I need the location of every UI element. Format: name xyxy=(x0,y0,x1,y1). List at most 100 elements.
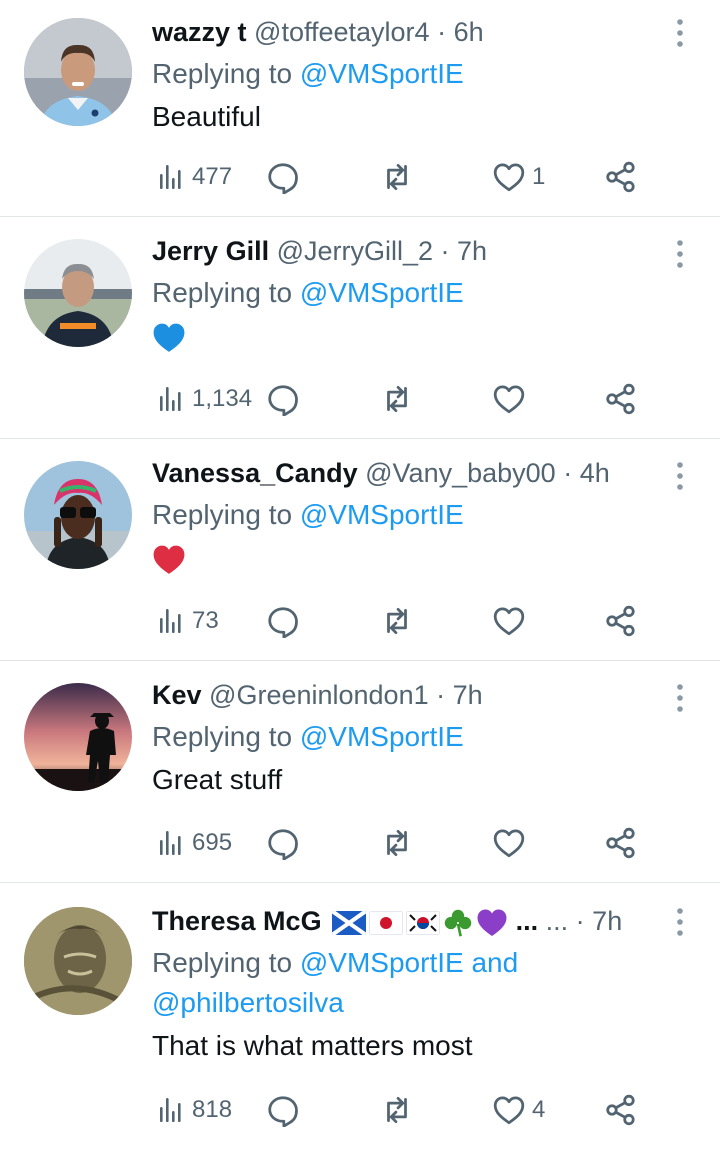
separator-dot: · xyxy=(429,17,454,47)
shamrock-icon xyxy=(444,909,472,937)
retweet-icon xyxy=(387,607,407,635)
more-options-icon[interactable] xyxy=(670,461,690,491)
like-button[interactable] xyxy=(492,823,532,863)
mention-link[interactable]: @VMSportIE xyxy=(300,721,464,752)
views-icon xyxy=(160,387,181,411)
reply-icon xyxy=(268,385,298,416)
timestamp[interactable]: 6h xyxy=(454,17,484,47)
views-icon xyxy=(160,165,181,189)
timestamp[interactable]: 7h xyxy=(453,680,483,710)
avatar[interactable] xyxy=(24,18,132,126)
tweet[interactable]: Vanessa_Candy @Vany_baby00 · 4h Replying… xyxy=(0,439,720,661)
retweet-button[interactable] xyxy=(380,823,414,863)
like-button[interactable]: 1 xyxy=(492,157,545,197)
share-icon xyxy=(606,827,635,859)
tweet[interactable]: Theresa McG ... ... · 7h Replying to @VM… xyxy=(0,883,720,1149)
avatar[interactable] xyxy=(24,907,132,1015)
views-count: 73 xyxy=(192,607,219,634)
reply-icon xyxy=(268,163,298,194)
mention-link[interactable]: @VMSportIE and xyxy=(300,947,518,978)
views-button[interactable]: 73 xyxy=(156,601,219,641)
more-options-icon[interactable] xyxy=(670,18,690,48)
separator-dot: · xyxy=(433,236,458,266)
share-button[interactable] xyxy=(604,1090,638,1130)
replying-to: Replying to @VMSportIE xyxy=(152,717,680,757)
reply-button[interactable] xyxy=(266,1090,300,1130)
author-handle[interactable]: @JerryGill_2 xyxy=(277,236,433,266)
share-icon xyxy=(606,383,635,415)
reply-button[interactable] xyxy=(266,601,300,641)
reply-icon xyxy=(268,607,298,638)
heart-icon xyxy=(493,163,525,192)
retweet-icon xyxy=(387,1096,407,1124)
avatar[interactable] xyxy=(24,239,132,347)
retweet-button[interactable] xyxy=(380,1090,414,1130)
retweet-button[interactable] xyxy=(380,157,414,197)
views-count: 818 xyxy=(192,1096,233,1123)
tweet-text xyxy=(152,316,680,356)
reply-button[interactable] xyxy=(266,379,300,419)
tweet[interactable]: Jerry Gill @JerryGill_2 · 7h Replying to… xyxy=(0,217,720,439)
share-icon xyxy=(606,1094,635,1126)
views-icon xyxy=(160,609,181,633)
share-button[interactable] xyxy=(604,379,638,419)
mention-link[interactable]: @VMSportIE xyxy=(300,499,464,530)
more-options-icon[interactable] xyxy=(670,907,690,937)
author-handle[interactable]: @Vany_baby00 xyxy=(365,458,556,488)
mention-link[interactable]: @VMSportIE xyxy=(300,58,464,89)
views-button[interactable]: 1,134 xyxy=(156,379,252,419)
replying-to-label: Replying to xyxy=(152,499,300,530)
share-icon xyxy=(606,605,635,637)
author-handle[interactable]: @toffeetaylor4 xyxy=(254,17,430,47)
views-button[interactable]: 695 xyxy=(156,823,232,863)
tweet[interactable]: wazzy t @toffeetaylor4 · 6h Replying to … xyxy=(0,0,720,217)
action-bar: 477 1 xyxy=(152,157,642,197)
reply-button[interactable] xyxy=(266,157,300,197)
timestamp[interactable]: 7h xyxy=(592,906,622,936)
like-button[interactable] xyxy=(492,379,532,419)
retweet-icon xyxy=(387,163,407,191)
tweet[interactable]: Kev @Greeninlondon1 · 7h Replying to @VM… xyxy=(0,661,720,883)
retweet-button[interactable] xyxy=(380,379,414,419)
views-button[interactable]: 477 xyxy=(156,157,232,197)
reply-button[interactable] xyxy=(266,823,300,863)
avatar[interactable] xyxy=(24,461,132,569)
views-icon xyxy=(160,831,181,855)
share-button[interactable] xyxy=(604,601,638,641)
author-name[interactable]: Kev xyxy=(152,680,202,710)
author-handle[interactable]: @Greeninlondon1 xyxy=(209,680,429,710)
share-button[interactable] xyxy=(604,823,638,863)
avatar[interactable] xyxy=(24,683,132,791)
separator-dot: · xyxy=(575,906,593,936)
purple-heart-icon xyxy=(477,909,507,936)
more-options-icon[interactable] xyxy=(670,239,690,269)
like-button[interactable]: 4 xyxy=(492,1090,545,1130)
author-name[interactable]: Theresa McG xyxy=(152,906,322,936)
share-button[interactable] xyxy=(604,157,638,197)
action-bar: 818 4 xyxy=(152,1090,642,1130)
timestamp[interactable]: 4h xyxy=(580,458,610,488)
reply-icon xyxy=(268,829,298,860)
timestamp[interactable]: 7h xyxy=(457,236,487,266)
author-name[interactable]: Jerry Gill xyxy=(152,236,269,266)
retweet-button[interactable] xyxy=(380,601,414,641)
heart-icon xyxy=(493,829,525,858)
author-name[interactable]: Vanessa_Candy xyxy=(152,458,358,488)
retweet-icon xyxy=(387,385,407,413)
mention-link[interactable]: @philbertosilva xyxy=(152,987,344,1018)
author-name[interactable]: wazzy t xyxy=(152,17,247,47)
retweet-icon xyxy=(387,829,407,857)
more-options-icon[interactable] xyxy=(670,683,690,713)
scotland-flag-icon xyxy=(332,910,367,935)
author-handle[interactable]: ... xyxy=(546,906,569,936)
like-button[interactable] xyxy=(492,601,532,641)
tweet-text: Great stuff xyxy=(152,764,283,795)
mention-link[interactable]: @VMSportIE xyxy=(300,277,464,308)
views-button[interactable]: 818 xyxy=(156,1090,232,1130)
replying-to-label: Replying to xyxy=(152,277,300,308)
views-count: 695 xyxy=(192,829,233,856)
heart-icon xyxy=(493,1096,525,1125)
action-bar: 73 xyxy=(152,601,642,641)
japan-flag-icon xyxy=(369,910,404,935)
tweet-text xyxy=(152,538,680,578)
